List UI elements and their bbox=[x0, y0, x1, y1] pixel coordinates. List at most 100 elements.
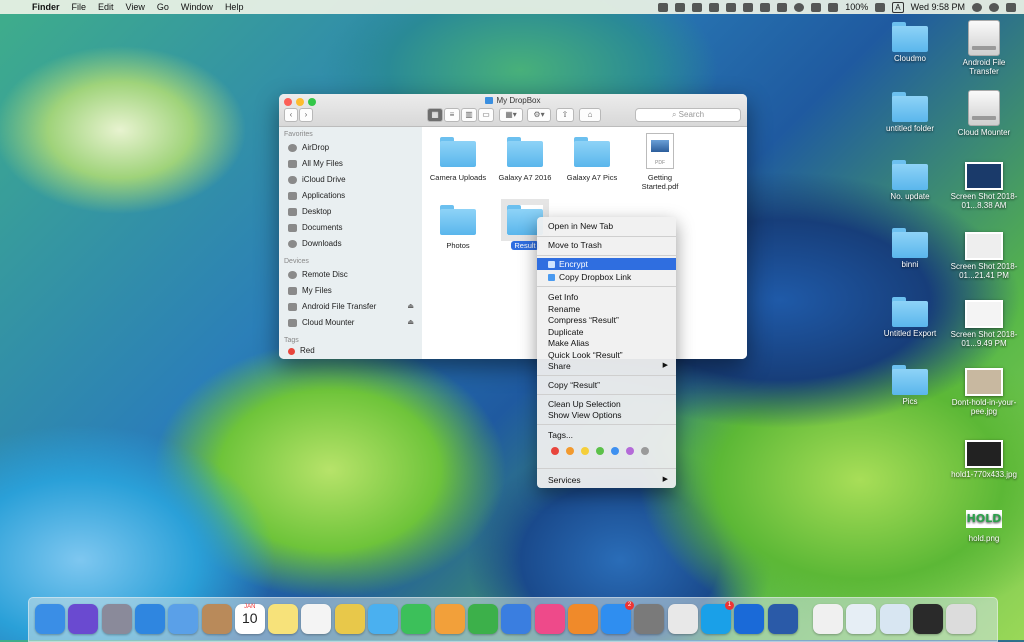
back-button[interactable]: ‹ bbox=[284, 108, 298, 122]
desktop-icon[interactable]: Android File Transfer bbox=[947, 20, 1021, 76]
dock-app-teamviewer-icon[interactable] bbox=[734, 604, 765, 634]
action-gear-button[interactable]: ⚙▾ bbox=[527, 108, 551, 122]
forward-button[interactable]: › bbox=[299, 108, 313, 122]
tag-color-green[interactable] bbox=[596, 447, 604, 455]
sidebar-item-downloads[interactable]: Downloads bbox=[279, 236, 422, 252]
menu-help[interactable]: Help bbox=[225, 2, 244, 12]
menu-item-get-info[interactable]: Get Info bbox=[537, 291, 676, 303]
tag-color-purple[interactable] bbox=[626, 447, 634, 455]
share-button[interactable]: ⇧ bbox=[556, 108, 574, 122]
dock-app-ibooks-icon[interactable] bbox=[567, 604, 598, 634]
menu-go[interactable]: Go bbox=[157, 2, 169, 12]
dock-app-stack-1-icon[interactable] bbox=[846, 604, 877, 634]
dock-app-photos-icon[interactable] bbox=[334, 604, 365, 634]
desktop-icon[interactable]: Cloudmo bbox=[873, 22, 947, 63]
menu-file[interactable]: File bbox=[72, 2, 87, 12]
dock-app-messages-icon[interactable] bbox=[368, 604, 398, 634]
dock-app-trash-icon[interactable] bbox=[946, 604, 977, 634]
tag-color-yellow[interactable] bbox=[581, 447, 589, 455]
sidebar-item-applications[interactable]: Applications bbox=[279, 188, 422, 204]
list-view-button[interactable]: ≡ bbox=[444, 108, 460, 122]
clock[interactable]: Wed 9:58 PM bbox=[911, 2, 965, 12]
battery-icon[interactable] bbox=[875, 2, 886, 12]
search-input[interactable]: ⌕ Search bbox=[635, 108, 741, 122]
menu-item-share[interactable]: Share ▶ bbox=[537, 360, 676, 372]
dock-app-stack-2-icon[interactable] bbox=[879, 604, 910, 634]
desktop-icon[interactable]: HOLD hold.png bbox=[947, 510, 1021, 543]
file-item[interactable]: Camera Uploads bbox=[424, 129, 492, 182]
dock-app-chrome-icon[interactable] bbox=[667, 604, 698, 634]
menu-edit[interactable]: Edit bbox=[98, 2, 114, 12]
column-view-button[interactable]: ▥ bbox=[461, 108, 477, 122]
dock-app-system-preferences-icon[interactable] bbox=[634, 604, 665, 634]
bluetooth-status-icon[interactable] bbox=[777, 2, 788, 12]
menu-item-make-alias[interactable]: Make Alias bbox=[537, 337, 676, 349]
dock-app-launchpad-icon[interactable] bbox=[101, 604, 132, 634]
desktop-icon[interactable]: Pics bbox=[873, 365, 947, 406]
upload-status-icon[interactable] bbox=[658, 2, 669, 12]
group-by-button[interactable]: ▦▾ bbox=[499, 108, 523, 122]
dock-app-mail-icon[interactable] bbox=[168, 604, 199, 634]
notification-center-icon[interactable] bbox=[1006, 2, 1016, 12]
volume-icon[interactable] bbox=[828, 2, 839, 12]
tag-color-gray[interactable] bbox=[641, 447, 649, 455]
tag-color-blue[interactable] bbox=[611, 447, 619, 455]
dock-app-document-icon[interactable] bbox=[812, 604, 843, 634]
menu-item-services[interactable]: Services ▶ bbox=[537, 474, 676, 486]
battery-percent[interactable]: 100% bbox=[845, 2, 868, 12]
edit-tags-button[interactable]: ⌂ bbox=[579, 108, 601, 122]
timemachine-status-icon[interactable] bbox=[760, 2, 771, 12]
sidebar-item-airdrop[interactable]: AirDrop bbox=[279, 140, 422, 156]
dock-app-calendar-icon[interactable]: JAN 10 bbox=[234, 604, 265, 634]
file-item[interactable]: PDF Getting Started.pdf bbox=[626, 129, 694, 191]
menu-item-show-view-options[interactable]: Show View Options bbox=[537, 409, 676, 421]
adobe-status-icon[interactable] bbox=[709, 2, 720, 12]
dock-app-keynote-icon[interactable] bbox=[501, 604, 532, 634]
dock-app-stack-3-icon[interactable] bbox=[912, 604, 943, 634]
desktop-icon[interactable]: hold1-770x433.jpg bbox=[947, 440, 1021, 479]
dock-app-pages-icon[interactable] bbox=[434, 604, 465, 634]
desktop-icon[interactable]: Screen Shot 2018-01...21.41 PM bbox=[947, 232, 1021, 280]
teamviewer-status-icon[interactable] bbox=[675, 2, 686, 12]
input-source[interactable]: A bbox=[892, 1, 904, 13]
dock-app-app-store-icon[interactable]: 2 bbox=[601, 601, 635, 634]
tag-color-orange[interactable] bbox=[566, 447, 574, 455]
checkbox-status-icon[interactable] bbox=[692, 2, 703, 12]
tag-color-red[interactable] bbox=[551, 447, 559, 455]
display-status-icon[interactable] bbox=[743, 2, 754, 12]
file-item[interactable]: Photos bbox=[424, 197, 492, 250]
menu-item-compress[interactable]: Compress “Result” bbox=[537, 314, 676, 326]
desktop-icon[interactable]: binni bbox=[873, 228, 947, 269]
menu-item-copy-dropbox-link[interactable]: Copy Dropbox Link bbox=[537, 271, 676, 283]
sidebar-item-tag-red[interactable]: Red bbox=[279, 346, 422, 356]
dock-app-skype-icon[interactable]: 1 bbox=[701, 601, 734, 634]
user-icon[interactable] bbox=[989, 2, 999, 12]
dock-app-numbers-icon[interactable] bbox=[467, 604, 498, 634]
dock-app-siri-icon[interactable] bbox=[68, 604, 99, 634]
sidebar-item-android-file-transfer[interactable]: Android File Transfer ⏏ bbox=[279, 299, 422, 315]
search-icon[interactable] bbox=[972, 2, 982, 12]
menu-item-copy[interactable]: Copy “Result” bbox=[537, 379, 676, 391]
dock-app-safari-icon[interactable] bbox=[134, 604, 165, 634]
menu-view[interactable]: View bbox=[126, 2, 145, 12]
sidebar-item-desktop[interactable]: Desktop bbox=[279, 204, 422, 220]
icon-view-button[interactable]: ▦ bbox=[427, 108, 443, 122]
dock-app-itunes-icon[interactable] bbox=[534, 604, 565, 634]
desktop-icon[interactable]: Untitled Export bbox=[873, 297, 947, 338]
file-item[interactable]: Galaxy A7 Pics bbox=[558, 129, 626, 182]
desktop-icon[interactable]: Screen Shot 2018-01...9.49 PM bbox=[947, 300, 1021, 348]
menu-finder[interactable]: Finder bbox=[32, 2, 60, 12]
desktop-icon[interactable]: Dont-hold-in-your-pee.jpg bbox=[947, 368, 1021, 416]
eject-icon[interactable]: ⏏ bbox=[407, 299, 414, 315]
menu-item-encrypt[interactable]: Encrypt bbox=[537, 258, 676, 270]
dock-app-notes-icon[interactable] bbox=[268, 604, 299, 634]
sidebar-item-cloud-mounter[interactable]: Cloud Mounter ⏏ bbox=[279, 315, 422, 331]
desktop-icon[interactable]: No. update bbox=[873, 160, 947, 201]
file-item[interactable]: Galaxy A7 2016 bbox=[491, 129, 559, 182]
menu-window[interactable]: Window bbox=[181, 2, 213, 12]
sidebar-item-all-my-files[interactable]: All My Files bbox=[279, 156, 422, 172]
desktop-icon[interactable]: Cloud Mounter bbox=[947, 90, 1021, 137]
sidebar-item-remote-disc[interactable]: Remote Disc bbox=[279, 267, 422, 283]
menu-item-open-new-tab[interactable]: Open in New Tab bbox=[537, 220, 676, 232]
coverflow-view-button[interactable]: ▭ bbox=[478, 108, 494, 122]
